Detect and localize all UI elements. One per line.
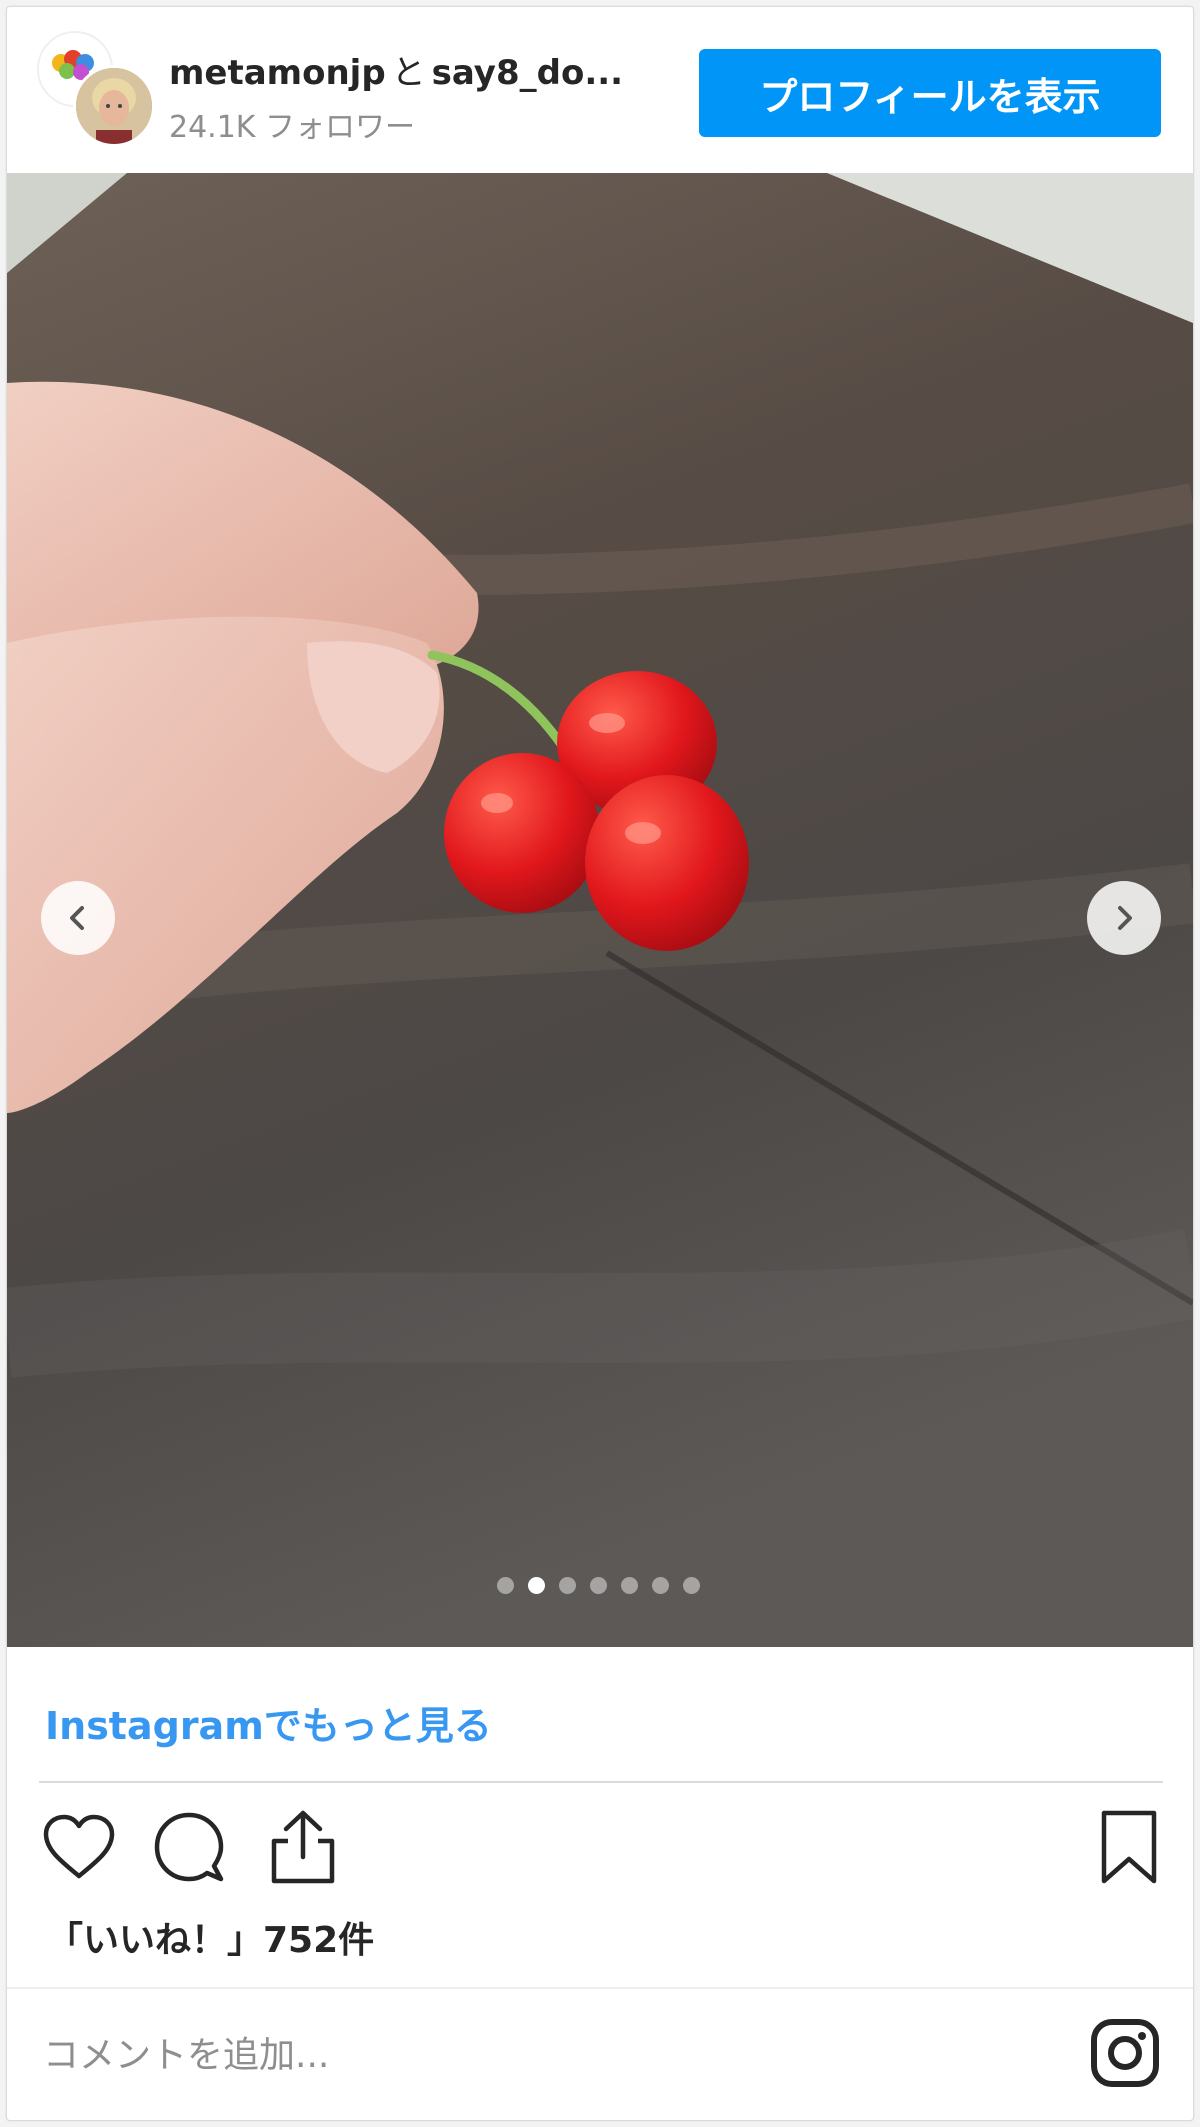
collab-avatars[interactable] [37,31,155,147]
username-conjunction: と [391,53,426,93]
comment-icon [154,1812,224,1882]
previous-slide-button[interactable] [41,881,115,955]
divider [7,1987,1193,1989]
avatar-say8[interactable] [73,65,155,147]
like-button[interactable] [39,1807,119,1887]
instagram-icon [1091,2019,1159,2087]
follower-count: 24.1K フォロワー [169,110,416,145]
like-count: 「いいね！」752件 [47,1920,375,1961]
usernames-line: metamonjp と say8_do... [169,45,659,94]
carousel-dot [528,1577,545,1594]
comment-input[interactable] [41,2019,945,2091]
carousel-dot [497,1577,514,1594]
bookmark-icon [1101,1810,1157,1884]
account-info: metamonjp と say8_do... 24.1K フォロワー [169,45,659,146]
carousel-dot [683,1577,700,1594]
share-button[interactable] [263,1807,343,1887]
carousel-dot [621,1577,638,1594]
comment-button[interactable] [149,1807,229,1887]
action-bar [7,1807,1193,1897]
chevron-right-icon [1118,906,1132,930]
username-secondary[interactable]: say8_do... [432,53,623,93]
cherry-photo [7,173,1193,1647]
share-icon [271,1810,335,1884]
instagram-embed-card: metamonjp と say8_do... 24.1K フォロワー プロフィールを… [6,6,1194,2121]
username-primary[interactable]: metamonjp [169,53,386,93]
next-slide-button[interactable] [1087,881,1161,955]
save-button[interactable] [1089,1807,1169,1887]
view-profile-button[interactable]: プロフィールを表示 [699,49,1161,137]
carousel-dot [559,1577,576,1594]
more-on-instagram-link[interactable]: Instagramでもっと見る [45,1695,492,1750]
chevron-left-icon [70,906,84,930]
post-header: metamonjp と say8_do... 24.1K フォロワー プロフィールを… [7,7,1193,173]
carousel-dot [590,1577,607,1594]
instagram-logo-link[interactable] [1089,2017,1161,2089]
carousel-indicator [497,1577,707,1597]
divider [39,1781,1163,1783]
heart-icon [43,1814,115,1879]
carousel-dot [652,1577,669,1594]
post-image[interactable] [7,173,1193,1647]
